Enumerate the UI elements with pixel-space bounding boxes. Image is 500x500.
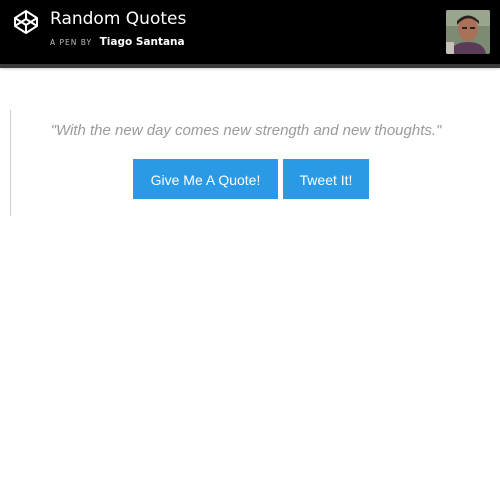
header-divider: [0, 64, 500, 68]
pen-title: Random Quotes: [50, 9, 187, 29]
quote-text: "With the new day comes new strength and…: [50, 122, 442, 139]
pen-byline: A PEN BY Tiago Santana: [50, 35, 185, 48]
user-avatar[interactable]: [446, 10, 490, 54]
byline-prefix: A PEN BY: [50, 38, 93, 47]
quote-box: "With the new day comes new strength and…: [10, 110, 481, 216]
tweet-button[interactable]: Tweet It!: [283, 159, 369, 199]
avatar-image: [446, 10, 490, 54]
pen-header: Random Quotes A PEN BY Tiago Santana: [0, 0, 500, 64]
codepen-logo-icon[interactable]: [13, 9, 39, 35]
author-link[interactable]: Tiago Santana: [100, 36, 185, 48]
new-quote-button[interactable]: Give Me A Quote!: [133, 159, 278, 199]
